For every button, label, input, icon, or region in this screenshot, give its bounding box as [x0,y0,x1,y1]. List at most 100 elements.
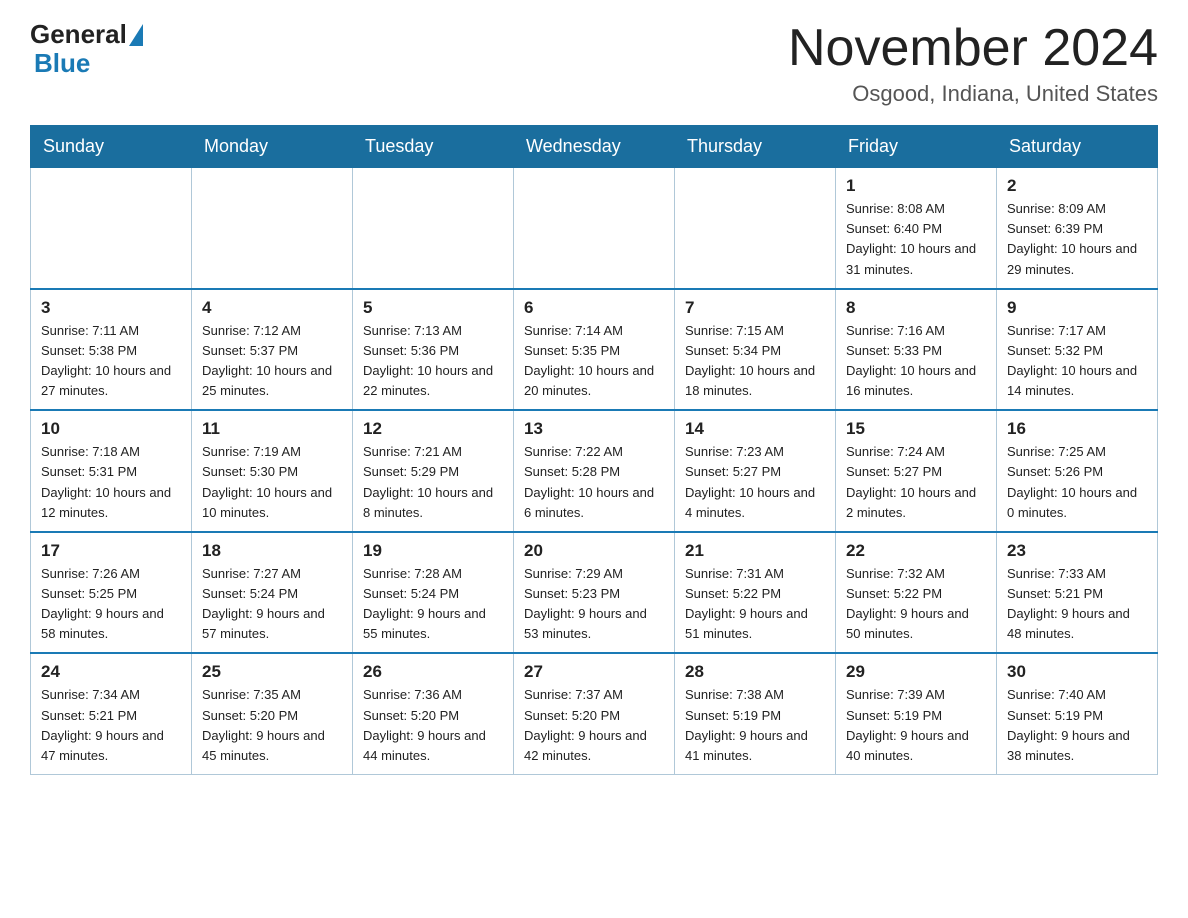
weekday-header-friday: Friday [836,126,997,168]
day-number: 24 [41,662,181,682]
day-number: 30 [1007,662,1147,682]
calendar-cell: 18 Sunrise: 7:27 AMSunset: 5:24 PMDayligh… [192,532,353,654]
day-number: 7 [685,298,825,318]
calendar-cell: 28 Sunrise: 7:38 AMSunset: 5:19 PMDayligh… [675,653,836,774]
day-number: 21 [685,541,825,561]
day-info: Sunrise: 7:17 AMSunset: 5:32 PMDaylight:… [1007,321,1147,402]
day-number: 28 [685,662,825,682]
day-number: 26 [363,662,503,682]
calendar-cell: 9Sunrise: 7:17 AMSunset: 5:32 PMDaylight… [997,289,1158,411]
day-number: 10 [41,419,181,439]
day-info: Sunrise: 7:23 AMSunset: 5:27 PMDaylight:… [685,442,825,523]
calendar-cell: 4 Sunrise: 7:12 AMSunset: 5:37 PMDaylight… [192,289,353,411]
calendar-cell [514,168,675,289]
day-info: Sunrise: 7:25 AMSunset: 5:26 PMDaylight:… [1007,442,1147,523]
day-info: Sunrise: 7:38 AMSunset: 5:19 PMDaylight:… [685,685,825,766]
logo: General Blue [30,20,143,77]
day-info: Sunrise: 7:16 AMSunset: 5:33 PMDaylight:… [846,321,986,402]
calendar-week-4: 17 Sunrise: 7:26 AMSunset: 5:25 PMDayligh… [31,532,1158,654]
calendar-cell [31,168,192,289]
calendar-cell: 16 Sunrise: 7:25 AMSunset: 5:26 PMDayligh… [997,410,1158,532]
day-info: Sunrise: 7:12 AMSunset: 5:37 PMDaylight:… [202,321,342,402]
calendar-cell: 30 Sunrise: 7:40 AMSunset: 5:19 PMDayligh… [997,653,1158,774]
calendar-cell: 6 Sunrise: 7:14 AMSunset: 5:35 PMDaylight… [514,289,675,411]
calendar-cell: 14 Sunrise: 7:23 AMSunset: 5:27 PMDayligh… [675,410,836,532]
calendar-cell: 3 Sunrise: 7:11 AMSunset: 5:38 PMDaylight… [31,289,192,411]
day-number: 13 [524,419,664,439]
day-number: 22 [846,541,986,561]
calendar-cell: 19 Sunrise: 7:28 AMSunset: 5:24 PMDayligh… [353,532,514,654]
day-info: Sunrise: 7:26 AMSunset: 5:25 PMDaylight:… [41,564,181,645]
day-number: 25 [202,662,342,682]
calendar-cell: 26 Sunrise: 7:36 AMSunset: 5:20 PMDayligh… [353,653,514,774]
day-number: 3 [41,298,181,318]
day-info: Sunrise: 7:28 AMSunset: 5:24 PMDaylight:… [363,564,503,645]
page-header: General Blue November 2024 Osgood, India… [30,20,1158,107]
calendar-cell: 8 Sunrise: 7:16 AMSunset: 5:33 PMDaylight… [836,289,997,411]
weekday-header-saturday: Saturday [997,126,1158,168]
day-number: 8 [846,298,986,318]
calendar-cell: 15 Sunrise: 7:24 AMSunset: 5:27 PMDayligh… [836,410,997,532]
day-info: Sunrise: 7:40 AMSunset: 5:19 PMDaylight:… [1007,685,1147,766]
day-number: 16 [1007,419,1147,439]
calendar-cell: 10 Sunrise: 7:18 AMSunset: 5:31 PMDayligh… [31,410,192,532]
calendar-cell: 5Sunrise: 7:13 AMSunset: 5:36 PMDaylight… [353,289,514,411]
logo-blue-text: Blue [34,49,90,78]
calendar-cell: 11 Sunrise: 7:19 AMSunset: 5:30 PMDayligh… [192,410,353,532]
day-info: Sunrise: 7:18 AMSunset: 5:31 PMDaylight:… [41,442,181,523]
day-number: 18 [202,541,342,561]
day-info: Sunrise: 7:19 AMSunset: 5:30 PMDaylight:… [202,442,342,523]
day-number: 14 [685,419,825,439]
day-info: Sunrise: 7:37 AMSunset: 5:20 PMDaylight:… [524,685,664,766]
calendar-cell: 29 Sunrise: 7:39 AMSunset: 5:19 PMDayligh… [836,653,997,774]
day-number: 6 [524,298,664,318]
day-number: 19 [363,541,503,561]
day-info: Sunrise: 7:29 AMSunset: 5:23 PMDaylight:… [524,564,664,645]
day-number: 15 [846,419,986,439]
day-info: Sunrise: 7:33 AMSunset: 5:21 PMDaylight:… [1007,564,1147,645]
calendar-cell: 21 Sunrise: 7:31 AMSunset: 5:22 PMDayligh… [675,532,836,654]
calendar-cell: 12Sunrise: 7:21 AMSunset: 5:29 PMDayligh… [353,410,514,532]
logo-general-text: General [30,20,127,49]
day-info: Sunrise: 7:27 AMSunset: 5:24 PMDaylight:… [202,564,342,645]
day-info: Sunrise: 7:11 AMSunset: 5:38 PMDaylight:… [41,321,181,402]
calendar-cell: 2Sunrise: 8:09 AMSunset: 6:39 PMDaylight… [997,168,1158,289]
calendar-header-row: SundayMondayTuesdayWednesdayThursdayFrid… [31,126,1158,168]
calendar-cell: 13 Sunrise: 7:22 AMSunset: 5:28 PMDayligh… [514,410,675,532]
weekday-header-wednesday: Wednesday [514,126,675,168]
day-number: 11 [202,419,342,439]
calendar-cell: 24Sunrise: 7:34 AMSunset: 5:21 PMDayligh… [31,653,192,774]
day-info: Sunrise: 7:32 AMSunset: 5:22 PMDaylight:… [846,564,986,645]
day-info: Sunrise: 7:36 AMSunset: 5:20 PMDaylight:… [363,685,503,766]
logo-triangle-icon [129,24,143,46]
weekday-header-tuesday: Tuesday [353,126,514,168]
calendar-cell: 7Sunrise: 7:15 AMSunset: 5:34 PMDaylight… [675,289,836,411]
weekday-header-monday: Monday [192,126,353,168]
calendar-cell [192,168,353,289]
day-info: Sunrise: 7:39 AMSunset: 5:19 PMDaylight:… [846,685,986,766]
day-info: Sunrise: 7:24 AMSunset: 5:27 PMDaylight:… [846,442,986,523]
day-number: 4 [202,298,342,318]
month-title: November 2024 [788,20,1158,77]
calendar-table: SundayMondayTuesdayWednesdayThursdayFrid… [30,125,1158,775]
day-info: Sunrise: 7:31 AMSunset: 5:22 PMDaylight:… [685,564,825,645]
day-info: Sunrise: 8:08 AMSunset: 6:40 PMDaylight:… [846,199,986,280]
calendar-week-5: 24Sunrise: 7:34 AMSunset: 5:21 PMDayligh… [31,653,1158,774]
title-area: November 2024 Osgood, Indiana, United St… [788,20,1158,107]
day-number: 27 [524,662,664,682]
calendar-cell [675,168,836,289]
day-info: Sunrise: 7:14 AMSunset: 5:35 PMDaylight:… [524,321,664,402]
calendar-cell: 17 Sunrise: 7:26 AMSunset: 5:25 PMDayligh… [31,532,192,654]
day-info: Sunrise: 7:13 AMSunset: 5:36 PMDaylight:… [363,321,503,402]
calendar-cell: 20Sunrise: 7:29 AMSunset: 5:23 PMDayligh… [514,532,675,654]
calendar-cell: 23Sunrise: 7:33 AMSunset: 5:21 PMDayligh… [997,532,1158,654]
day-info: Sunrise: 7:22 AMSunset: 5:28 PMDaylight:… [524,442,664,523]
day-number: 1 [846,176,986,196]
day-info: Sunrise: 7:35 AMSunset: 5:20 PMDaylight:… [202,685,342,766]
day-number: 2 [1007,176,1147,196]
location-label: Osgood, Indiana, United States [788,81,1158,107]
day-number: 17 [41,541,181,561]
calendar-week-2: 3 Sunrise: 7:11 AMSunset: 5:38 PMDaylight… [31,289,1158,411]
day-number: 29 [846,662,986,682]
calendar-cell: 25 Sunrise: 7:35 AMSunset: 5:20 PMDayligh… [192,653,353,774]
